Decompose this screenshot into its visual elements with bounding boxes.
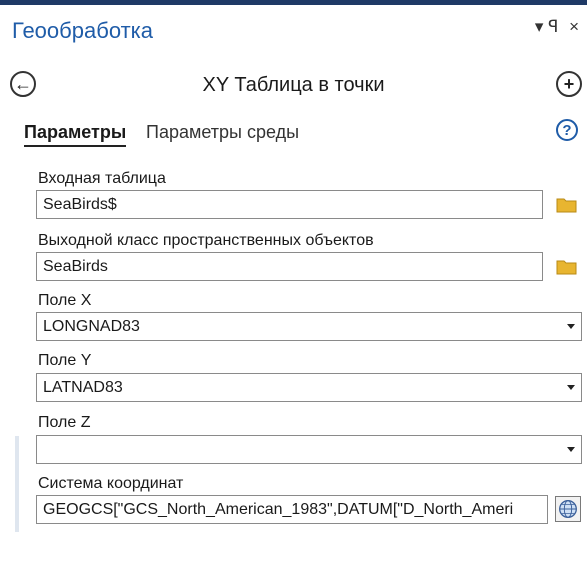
row-indicator	[15, 436, 19, 532]
folder-icon[interactable]	[556, 259, 578, 275]
close-icon[interactable]: ×	[569, 17, 579, 36]
pane-options-icon[interactable]: ▾ ꟼ	[535, 17, 559, 36]
plus-circle-icon[interactable]: +	[556, 71, 582, 97]
input-table-field[interactable]: SeaBirds$	[36, 190, 543, 219]
input-table-label: Входная таблица	[38, 170, 166, 187]
pane-controls: ▾ ꟼ ×	[529, 17, 579, 37]
tab-parameters[interactable]: Параметры	[24, 122, 127, 147]
tool-title: XY Таблица в точки	[202, 74, 385, 96]
z-field-label: Поле Z	[38, 414, 91, 431]
tab-environments[interactable]: Параметры среды	[146, 122, 299, 143]
output-fc-field[interactable]: SeaBirds	[36, 252, 543, 281]
x-field-select[interactable]: LONGNAD83	[36, 312, 582, 341]
y-field-value: LATNAD83	[43, 378, 123, 396]
globe-icon[interactable]	[555, 496, 581, 522]
y-field-label: Поле Y	[38, 352, 92, 369]
output-fc-label: Выходной класс пространственных объектов	[38, 232, 374, 249]
z-field-select[interactable]	[36, 435, 582, 464]
folder-icon[interactable]	[556, 197, 578, 213]
x-field-value: LONGNAD83	[43, 317, 140, 335]
coord-system-label: Система координат	[38, 475, 184, 492]
pane-top-stripe	[0, 0, 587, 5]
x-field-label: Поле X	[38, 292, 92, 309]
chevron-down-icon	[567, 447, 575, 452]
pane-title: Геообработка	[12, 18, 153, 43]
coord-system-field[interactable]: GEOGCS["GCS_North_American_1983",DATUM["…	[36, 495, 548, 524]
help-icon[interactable]: ?	[556, 119, 578, 141]
chevron-down-icon	[567, 324, 575, 329]
y-field-select[interactable]: LATNAD83	[36, 373, 582, 402]
chevron-down-icon	[567, 385, 575, 390]
